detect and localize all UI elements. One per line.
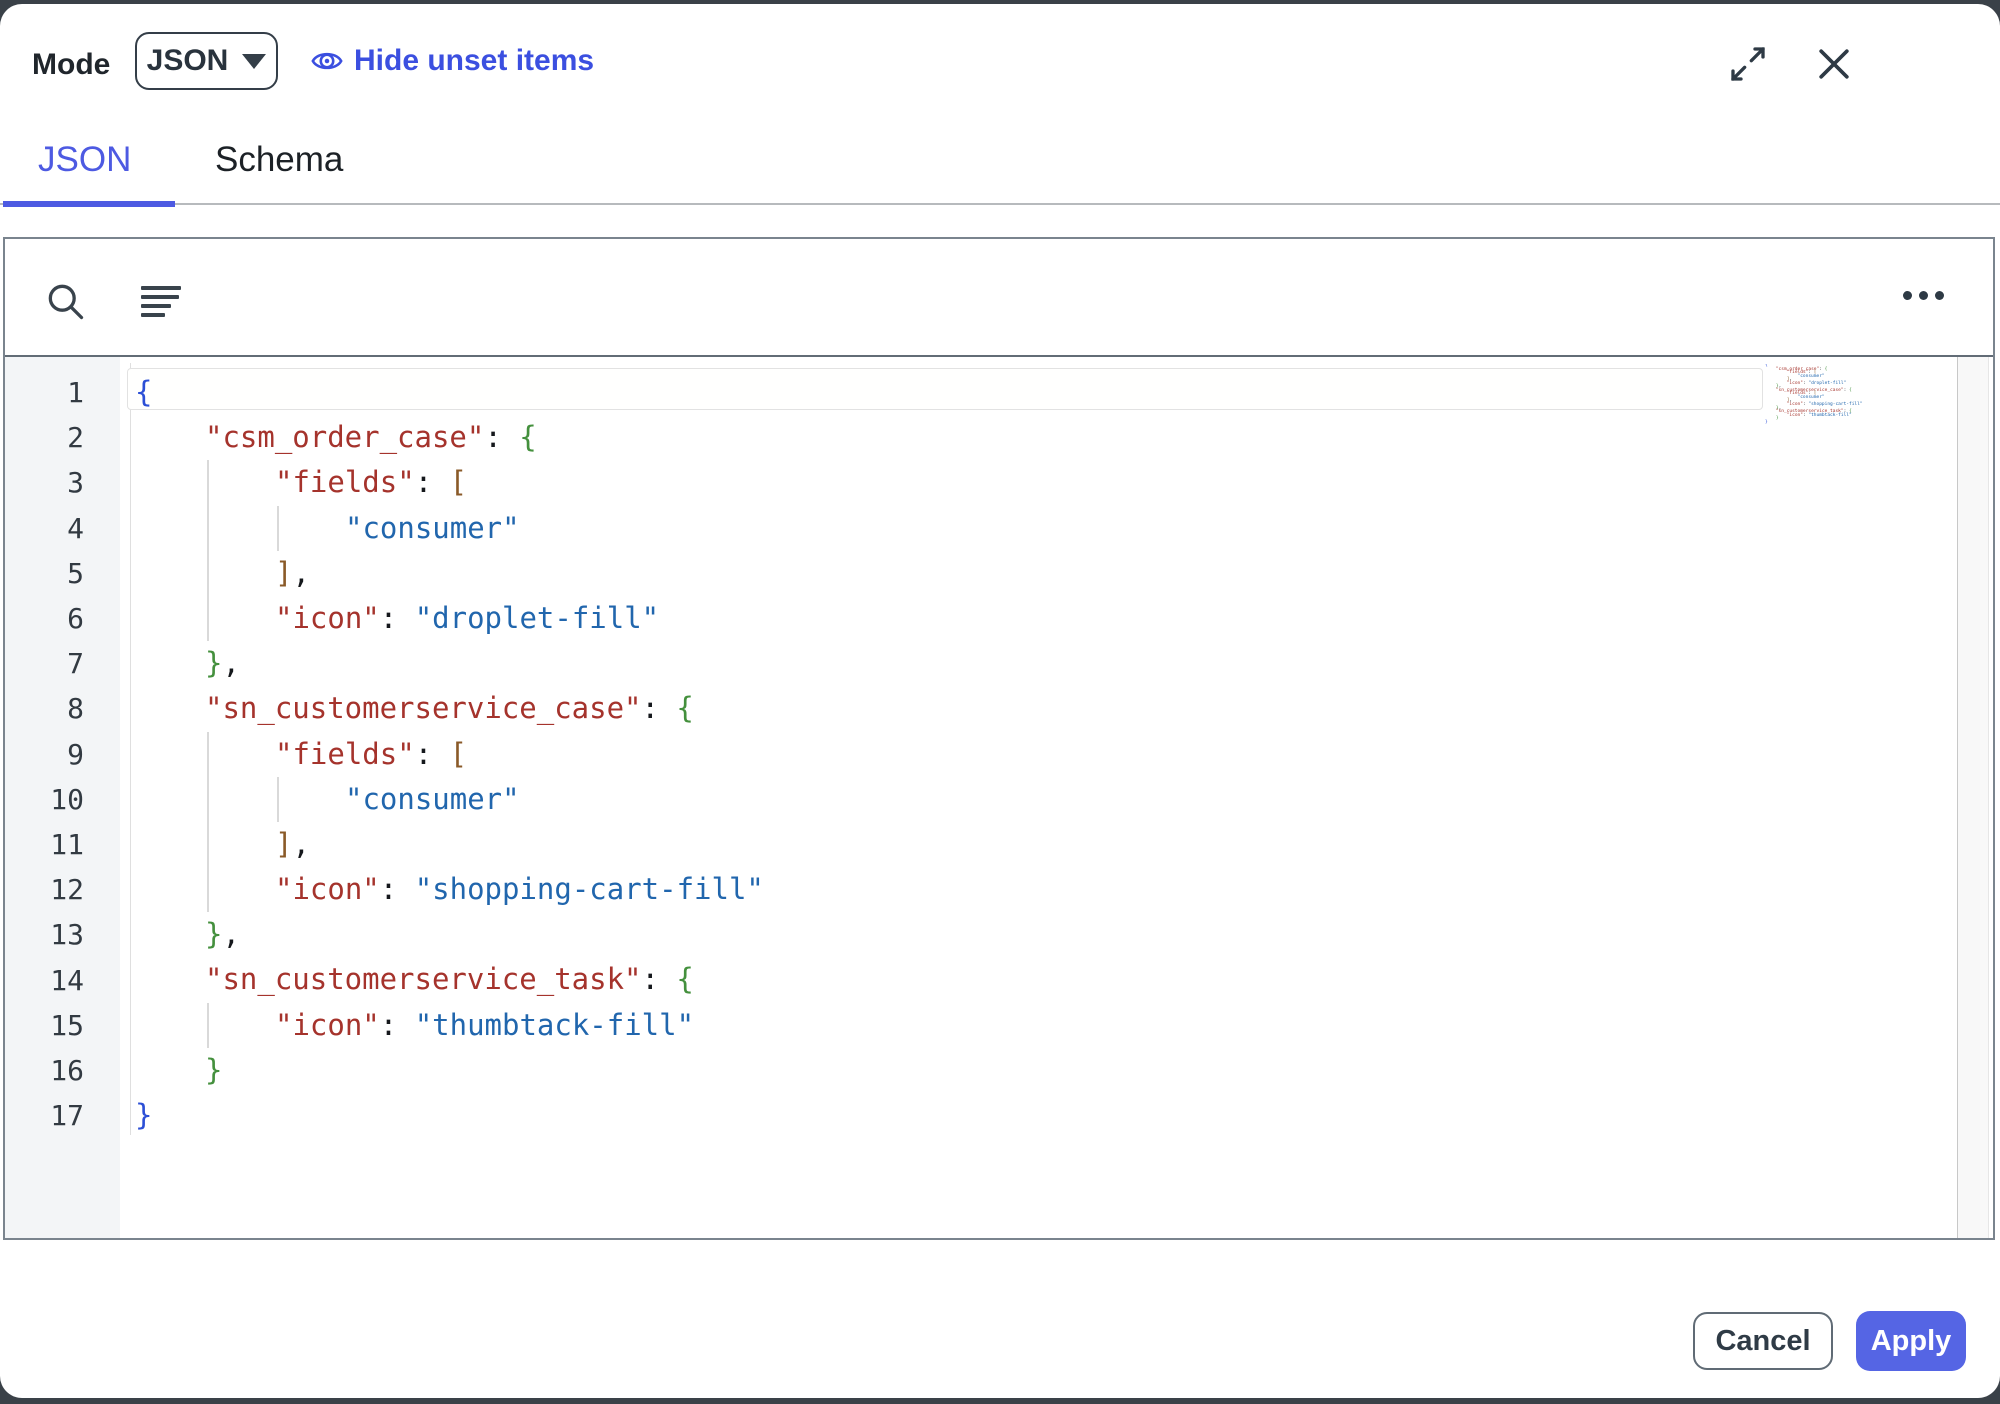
tab-json[interactable]: JSON (38, 140, 131, 180)
screen-background: Mode JSON Hide unset items (0, 0, 2000, 1404)
minimap[interactable]: { "csm_order_case": { "fields": [ "consu… (1765, 364, 1957, 448)
line-number: 3 (14, 460, 84, 505)
code-line[interactable]: "fields": [ (135, 460, 1953, 505)
chevron-down-icon (242, 54, 266, 69)
indent-guide (207, 506, 209, 551)
code-line[interactable]: ], (135, 551, 1953, 596)
hide-unset-items-label: Hide unset items (354, 44, 594, 78)
line-number: 15 (14, 1003, 84, 1048)
apply-button[interactable]: Apply (1856, 1311, 1966, 1371)
cancel-button[interactable]: Cancel (1693, 1312, 1833, 1370)
line-number: 6 (14, 596, 84, 641)
line-number: 11 (14, 822, 84, 867)
line-number: 9 (14, 732, 84, 777)
close-button[interactable] (1812, 40, 1860, 88)
indent-guide (207, 732, 209, 777)
json-code-editor: 1234567891011121314151617 {"csm_order_ca… (3, 237, 1995, 1240)
code-line[interactable]: "fields": [ (135, 732, 1953, 777)
code-line[interactable]: "sn_customerservice_case": { (135, 686, 1953, 731)
line-number: 4 (14, 506, 84, 551)
mode-dropdown-value: JSON (147, 44, 229, 78)
code-line[interactable]: ], (135, 822, 1953, 867)
format-document-button[interactable] (141, 285, 187, 317)
code-line[interactable]: } (135, 1093, 1953, 1138)
code-line[interactable]: }, (135, 912, 1953, 957)
align-left-icon (141, 286, 187, 317)
expand-button[interactable] (1728, 42, 1772, 86)
line-number: 8 (14, 686, 84, 731)
tab-schema[interactable]: Schema (215, 140, 343, 180)
line-number: 12 (14, 867, 84, 912)
code-line[interactable]: "icon": "thumbtack-fill" (135, 1003, 1953, 1048)
line-number: 2 (14, 415, 84, 460)
gutter-border (130, 363, 131, 1135)
code-line[interactable]: "icon": "droplet-fill" (135, 596, 1953, 641)
search-icon (43, 279, 87, 323)
line-number-gutter: 1234567891011121314151617 (5, 357, 120, 1238)
editor-toolbar (5, 239, 1993, 357)
mode-label: Mode (32, 48, 110, 82)
scrollbar-track[interactable] (1957, 357, 1989, 1238)
indent-guide (277, 506, 279, 551)
line-number: 14 (14, 958, 84, 1003)
line-number: 10 (14, 777, 84, 822)
editor-content[interactable]: 1234567891011121314151617 {"csm_order_ca… (5, 357, 1993, 1238)
indent-guide (207, 822, 209, 867)
active-tab-underline (3, 201, 175, 207)
eye-icon (310, 44, 344, 78)
tabbar-divider (0, 203, 2000, 205)
indent-guide (207, 777, 209, 822)
indent-guide (207, 867, 209, 912)
line-number: 13 (14, 912, 84, 957)
line-number: 16 (14, 1048, 84, 1093)
code-line[interactable]: "consumer" (135, 777, 1953, 822)
expand-icon (1728, 44, 1772, 84)
json-editor-modal: Mode JSON Hide unset items (0, 4, 2000, 1398)
code-line[interactable]: "icon": "shopping-cart-fill" (135, 867, 1953, 912)
more-options-button[interactable] (1903, 285, 1949, 305)
indent-guide (207, 596, 209, 641)
code-line[interactable]: "sn_customerservice_task": { (135, 957, 1953, 1002)
ellipsis-icon (1903, 291, 1944, 300)
code-lines[interactable]: {"csm_order_case": {"fields": ["consumer… (135, 370, 1953, 1138)
close-icon (1812, 42, 1860, 86)
line-number: 5 (14, 551, 84, 596)
indent-guide (207, 460, 209, 505)
indent-guide (277, 777, 279, 822)
hide-unset-items-link[interactable]: Hide unset items (310, 44, 594, 78)
line-number: 1 (14, 370, 84, 415)
line-number: 17 (14, 1093, 84, 1138)
indent-guide (207, 1003, 209, 1048)
mode-dropdown[interactable]: JSON (135, 32, 278, 90)
code-line[interactable]: { (135, 370, 1953, 415)
code-line[interactable]: "consumer" (135, 506, 1953, 551)
indent-guide (207, 551, 209, 596)
code-line[interactable]: } (135, 1048, 1953, 1093)
code-line[interactable]: "csm_order_case": { (135, 415, 1953, 460)
code-line[interactable]: }, (135, 641, 1953, 686)
search-button[interactable] (43, 279, 87, 323)
line-number: 7 (14, 641, 84, 686)
